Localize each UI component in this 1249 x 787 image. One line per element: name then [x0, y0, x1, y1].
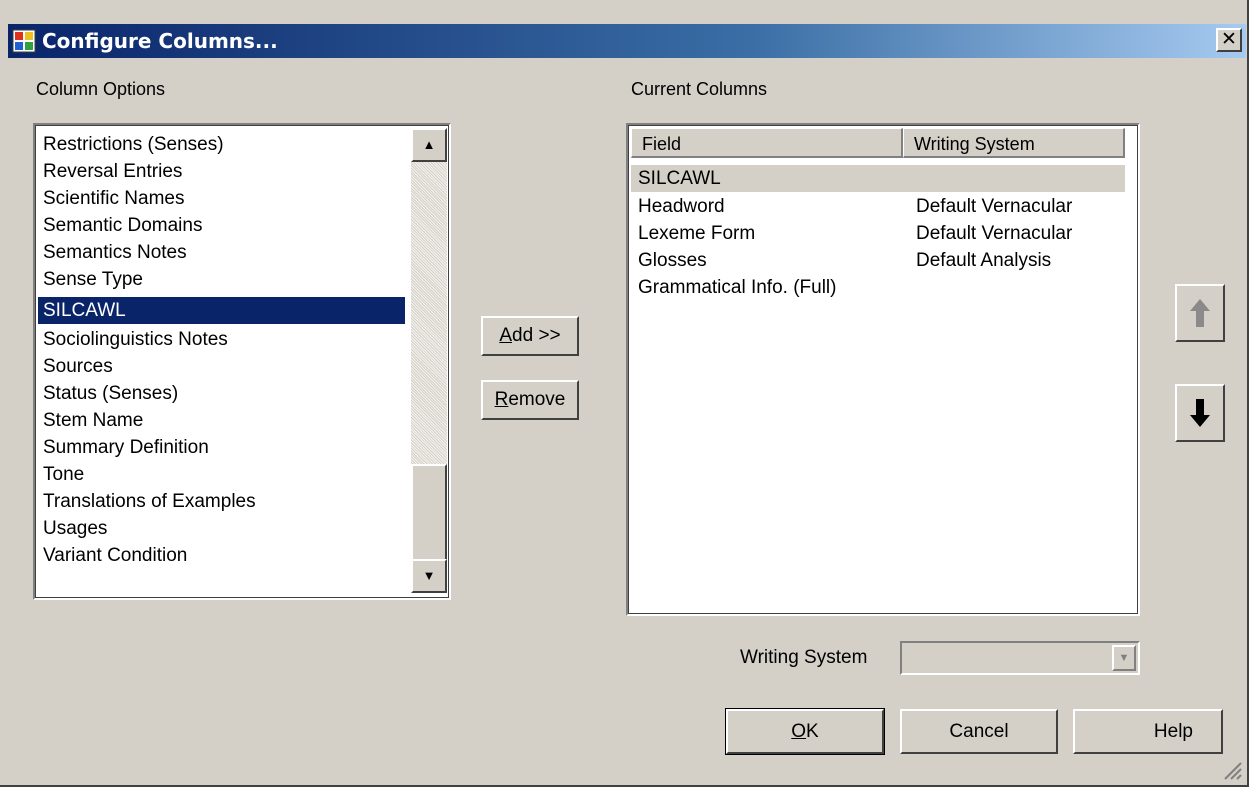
column-options-label: Column Options: [36, 79, 166, 99]
list-item[interactable]: Reversal Entries: [38, 158, 405, 185]
list-item[interactable]: Usages: [38, 515, 405, 542]
list-item[interactable]: Semantic Domains: [38, 212, 405, 239]
list-item[interactable]: Summary Definition: [38, 434, 405, 461]
row-writing-system: Default Vernacular: [916, 223, 1073, 244]
configure-columns-dialog: Configure Columns... ✕ Column Options Cu…: [0, 0, 1249, 787]
row-field: Headword: [638, 196, 725, 217]
row-writing-system: Default Vernacular: [916, 196, 1073, 217]
current-columns-list[interactable]: Field Writing System SILCAWL Headword De…: [626, 123, 1140, 616]
move-down-button[interactable]: [1175, 384, 1225, 442]
column-options-list[interactable]: Restrictions (Senses) Reversal Entries S…: [33, 123, 451, 600]
arrow-up-icon: [1190, 299, 1210, 327]
list-item[interactable]: Tone: [38, 461, 405, 488]
list-item[interactable]: Variant Condition: [38, 542, 405, 569]
ok-button[interactable]: OK: [725, 708, 885, 755]
list-item[interactable]: Restrictions (Senses): [38, 131, 405, 158]
resize-grip-icon[interactable]: [1221, 759, 1243, 781]
row-field: Glosses: [638, 250, 707, 271]
add-button[interactable]: Add >>: [481, 316, 579, 356]
scroll-down-button[interactable]: ▼: [411, 559, 447, 593]
writing-system-label: Writing System: [740, 647, 868, 668]
list-item[interactable]: Stem Name: [38, 407, 405, 434]
list-item[interactable]: Translations of Examples: [38, 488, 405, 515]
window-title: Configure Columns...: [42, 29, 278, 53]
combo-dropdown-button[interactable]: ▼: [1112, 645, 1136, 671]
column-header-writing-system[interactable]: Writing System: [903, 128, 1125, 158]
list-item[interactable]: Sociolinguistics Notes: [38, 326, 405, 353]
table-row[interactable]: Headword Default Vernacular: [631, 193, 1125, 220]
list-item[interactable]: Sources: [38, 353, 405, 380]
column-header-field[interactable]: Field: [631, 128, 903, 158]
writing-system-combo[interactable]: ▼: [900, 641, 1140, 675]
title-bar[interactable]: Configure Columns... ✕: [8, 24, 1246, 58]
list-item[interactable]: Sense Type: [38, 266, 405, 293]
current-columns-label: Current Columns: [631, 79, 768, 99]
move-up-button[interactable]: [1175, 284, 1225, 342]
scroll-up-icon: ▲: [422, 137, 436, 152]
chevron-down-icon: ▼: [1118, 652, 1130, 664]
list-item-selected[interactable]: SILCAWL: [38, 297, 405, 324]
table-row-selected[interactable]: SILCAWL: [631, 165, 1125, 192]
arrow-down-icon: [1190, 399, 1210, 427]
close-icon: ✕: [1221, 29, 1237, 50]
row-writing-system: Default Analysis: [916, 250, 1052, 271]
row-field: Lexeme Form: [638, 223, 756, 244]
app-icon: [12, 29, 36, 53]
list-item[interactable]: Status (Senses): [38, 380, 405, 407]
list-item[interactable]: Semantics Notes: [38, 239, 405, 266]
help-button[interactable]: Help: [1073, 709, 1223, 754]
cancel-button[interactable]: Cancel: [900, 709, 1058, 754]
row-field: Grammatical Info. (Full): [638, 277, 837, 298]
table-row[interactable]: Glosses Default Analysis: [631, 247, 1125, 274]
remove-button[interactable]: Remove: [481, 380, 579, 420]
scrollbar-thumb[interactable]: [411, 464, 447, 561]
row-field: SILCAWL: [638, 168, 721, 189]
list-item[interactable]: Scientific Names: [38, 185, 405, 212]
vertical-scrollbar[interactable]: ▲ ▼: [411, 128, 447, 593]
scroll-down-icon: ▼: [422, 568, 436, 583]
scroll-up-button[interactable]: ▲: [411, 128, 447, 162]
table-row[interactable]: Lexeme Form Default Vernacular: [631, 220, 1125, 247]
table-row[interactable]: Grammatical Info. (Full): [631, 274, 1125, 301]
close-button[interactable]: ✕: [1216, 28, 1242, 52]
